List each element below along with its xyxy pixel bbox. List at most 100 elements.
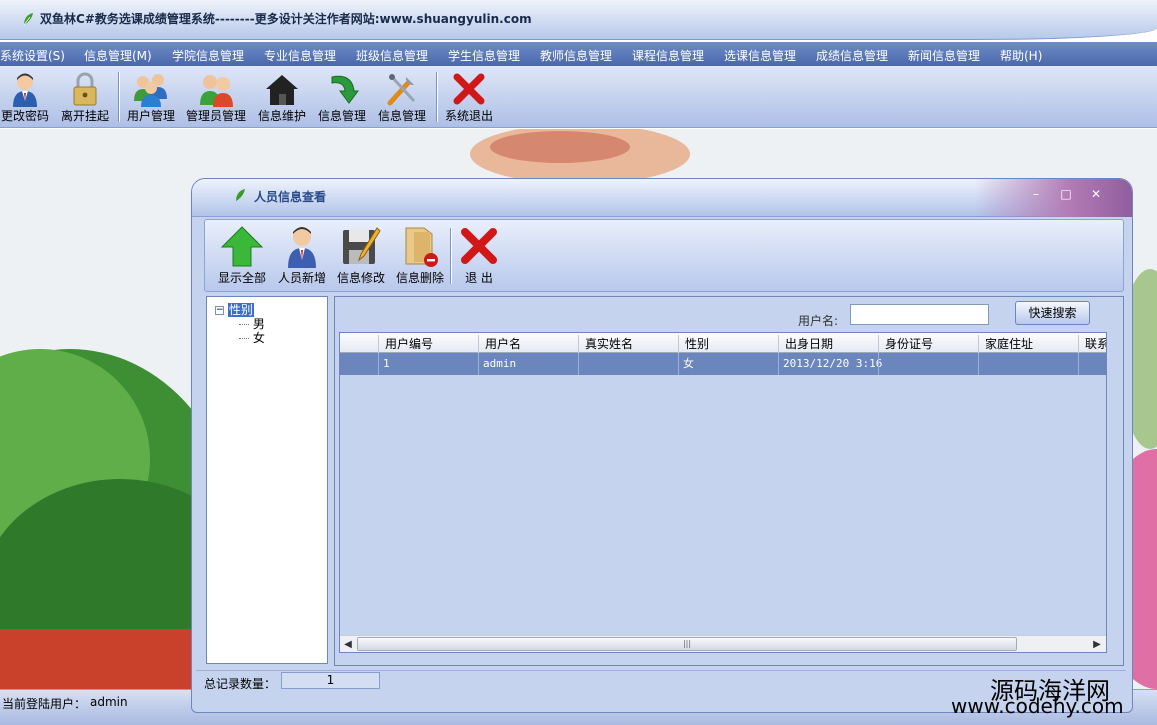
close-icon[interactable]: ✕	[1088, 187, 1104, 201]
scroll-left-icon[interactable]: ◀	[340, 636, 356, 652]
menu-teacher-info[interactable]: 教师信息管理	[540, 47, 612, 64]
info-maintenance-button[interactable]: 信息维护	[251, 68, 313, 126]
cell-contact[interactable]	[1078, 353, 1106, 375]
gender-tree-panel: − 性别 男 女	[206, 296, 328, 664]
menu-college-info[interactable]: 学院信息管理	[172, 47, 244, 64]
user-management-button[interactable]: 用户管理	[120, 68, 182, 126]
app-titlebar: 双鱼林C#教务选课成绩管理系统--------更多设计关注作者网站:www.sh…	[0, 0, 1157, 40]
cell-user-id[interactable]: 1	[378, 353, 478, 375]
cell-address[interactable]	[978, 353, 1078, 375]
dialog-title: 人员信息查看	[254, 190, 327, 204]
menu-bar: 系统设置(S) 信息管理(M) 学院信息管理 专业信息管理 班级信息管理 学生信…	[0, 42, 1157, 66]
menu-system-settings[interactable]: 系统设置(S)	[0, 47, 65, 64]
exit-x-icon	[453, 73, 485, 105]
dialog-toolbar: 显示全部 人员新增 信息修改 信息删除 退 出	[204, 219, 1124, 292]
delete-info-button[interactable]: 信息删除	[391, 222, 449, 290]
dialog-toolbar-label: 信息删除	[395, 271, 444, 285]
cell-realname[interactable]	[578, 353, 678, 375]
info-management-button-2[interactable]: 信息管理	[371, 68, 433, 126]
toolbar-label: 管理员管理	[185, 109, 246, 123]
dialog-toolbar-label: 退 出	[465, 271, 493, 285]
dialog-exit-button[interactable]: 退 出	[450, 222, 508, 290]
tree-connector	[239, 338, 249, 339]
table-row[interactable]: 1 admin 女 2013/12/20 3:16	[340, 353, 1106, 375]
exit-x-icon	[461, 228, 497, 264]
leave-suspend-button[interactable]: 离开挂起	[54, 68, 116, 126]
tree-connector	[239, 324, 249, 325]
dialog-titlebar: 人员信息查看 – □ ✕	[192, 179, 1132, 217]
search-label: 用户名:	[798, 314, 839, 328]
scroll-right-icon[interactable]: ▶	[1089, 636, 1105, 652]
up-arrow-icon	[220, 226, 264, 267]
horizontal-scrollbar[interactable]: ◀ ||| ▶	[340, 635, 1106, 652]
tools-icon	[387, 74, 416, 106]
save-edit-icon	[343, 227, 381, 264]
menu-news-info[interactable]: 新闻信息管理	[908, 47, 980, 64]
menu-class-info[interactable]: 班级信息管理	[356, 47, 428, 64]
dialog-toolbar-label: 显示全部	[217, 271, 266, 285]
column-header[interactable]: 用户编号	[378, 335, 478, 353]
minimize-icon[interactable]: –	[1028, 187, 1044, 201]
column-header[interactable]: 联系	[1078, 335, 1106, 353]
app-logo-icon	[23, 13, 33, 26]
menu-course-info[interactable]: 课程信息管理	[632, 47, 704, 64]
toolbar-label: 系统退出	[444, 109, 493, 123]
folder-delete-icon	[405, 227, 438, 267]
app-title: 双鱼林C#教务选课成绩管理系统--------更多设计关注作者网站:www.sh…	[40, 12, 532, 26]
system-exit-button[interactable]: 系统退出	[438, 68, 500, 126]
admin-users-icon	[200, 75, 233, 107]
record-count-label: 总记录数量：	[204, 677, 277, 691]
column-header[interactable]: 身份证号	[878, 335, 978, 353]
cell-username[interactable]: admin	[478, 353, 578, 375]
cell-gender[interactable]: 女	[678, 353, 778, 375]
dialog-toolbar-label: 信息修改	[336, 271, 385, 285]
menu-student-info[interactable]: 学生信息管理	[448, 47, 520, 64]
dialog-logo-icon	[236, 189, 245, 201]
watermark-line2: www.codehy.com	[951, 694, 1124, 718]
current-user-value: admin	[90, 695, 128, 709]
quick-search-button[interactable]: 快速搜索	[1015, 301, 1090, 325]
admin-management-button[interactable]: 管理员管理	[185, 68, 247, 126]
cell-idcard[interactable]	[878, 353, 978, 375]
tree-collapse-icon[interactable]: −	[215, 306, 224, 315]
tree-node-label[interactable]: 女	[253, 331, 265, 345]
menu-info-management[interactable]: 信息管理(M)	[84, 47, 152, 64]
users-icon	[134, 74, 167, 107]
dialog-toolbar-label: 人员新增	[277, 271, 326, 285]
column-header[interactable]: 出身日期	[778, 335, 878, 353]
current-user-label: 当前登陆用户：	[2, 697, 87, 711]
column-header[interactable]: 真实姓名	[578, 335, 678, 353]
lock-icon	[73, 72, 97, 106]
column-header[interactable]: 家庭住址	[978, 335, 1078, 353]
show-all-button[interactable]: 显示全部	[213, 222, 271, 290]
column-header[interactable]: 用户名	[478, 335, 578, 353]
cell-birthday[interactable]: 2013/12/20 3:16	[778, 353, 882, 375]
user-icon	[13, 73, 37, 107]
add-person-button[interactable]: 人员新增	[273, 222, 331, 290]
edit-info-button[interactable]: 信息修改	[332, 222, 390, 290]
scrollbar-thumb[interactable]: |||	[357, 637, 1017, 651]
username-search-input[interactable]	[850, 304, 989, 325]
person-info-dialog: 人员信息查看 – □ ✕ 显示全部 人员新增 信息修改 信息删除 退 出 − 性…	[191, 178, 1133, 713]
column-header[interactable]: 性别	[678, 335, 778, 353]
menu-score-info[interactable]: 成绩信息管理	[816, 47, 888, 64]
menu-major-info[interactable]: 专业信息管理	[264, 47, 336, 64]
toolbar-label: 用户管理	[126, 109, 175, 123]
record-count-value: 1	[281, 672, 380, 689]
record-count-bar: 总记录数量： 1	[196, 670, 1126, 692]
toolbar-label: 信息管理	[377, 109, 426, 123]
data-panel: 用户名: 快速搜索 用户编号 用户名 真实姓名 性别 出身日期 身份证号 家庭住…	[334, 296, 1124, 666]
tree-node-male[interactable]: 男	[215, 315, 265, 331]
tree-node-female[interactable]: 女	[215, 329, 265, 345]
maximize-icon[interactable]: □	[1058, 187, 1074, 201]
grid-header: 用户编号 用户名 真实姓名 性别 出身日期 身份证号 家庭住址 联系	[340, 333, 1106, 353]
toolbar-label: 离开挂起	[60, 109, 109, 123]
menu-help[interactable]: 帮助(H)	[1000, 47, 1042, 64]
user-icon	[288, 227, 316, 268]
dialog-title-decoration	[974, 179, 1132, 217]
main-toolbar: 更改密码 离开挂起 用户管理 管理员管理 信息维护 信息管理 信息管理 系统退出	[0, 66, 1157, 128]
info-management-button-1[interactable]: 信息管理	[311, 68, 373, 126]
person-data-grid[interactable]: 用户编号 用户名 真实姓名 性别 出身日期 身份证号 家庭住址 联系 1 adm…	[339, 332, 1107, 653]
tree-root[interactable]: − 性别	[215, 301, 265, 317]
menu-elective-info[interactable]: 选课信息管理	[724, 47, 796, 64]
